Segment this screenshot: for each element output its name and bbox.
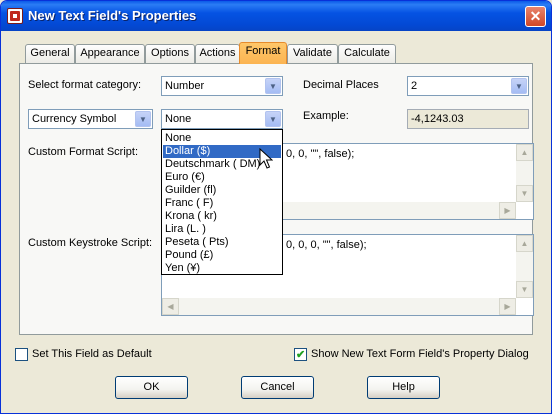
mouse-pointer-icon [259, 148, 273, 169]
example-value: -4,1243.03 [407, 109, 529, 129]
custom-format-label: Custom Format Script: [28, 146, 139, 158]
format-category-label: Select format category: [28, 79, 142, 91]
custom-format-text: 0, 0, "", false); [286, 148, 355, 160]
tab-options[interactable]: Options [145, 44, 195, 63]
scroll-down-icon[interactable]: ▼ [516, 185, 533, 202]
scroll-left-icon[interactable]: ◀ [162, 298, 179, 315]
chevron-down-icon[interactable]: ▼ [265, 78, 281, 94]
dropdown-option-lira[interactable]: Lira (L. ) [163, 223, 281, 236]
scroll-up-icon[interactable]: ▲ [516, 144, 533, 161]
app-document-icon [7, 8, 23, 24]
dropdown-option-guilder[interactable]: Guilder (fl) [163, 184, 281, 197]
properties-dialog: New Text Field's Properties ✕ General Ap… [0, 0, 552, 414]
tab-appearance[interactable]: Appearance [75, 44, 145, 63]
decimal-places-select[interactable]: 2 ▼ [407, 76, 529, 96]
set-default-checkbox[interactable] [15, 348, 28, 361]
decimal-places-label: Decimal Places [303, 79, 379, 91]
scroll-up-icon[interactable]: ▲ [516, 235, 533, 252]
scroll-down-icon[interactable]: ▼ [516, 281, 533, 298]
decimal-places-value: 2 [411, 80, 418, 92]
vertical-scrollbar[interactable]: ▲ ▼ [516, 235, 533, 298]
chevron-down-icon[interactable]: ▼ [511, 78, 527, 94]
title-bar[interactable]: New Text Field's Properties ✕ [1, 1, 551, 31]
show-dialog-label: Show New Text Form Field's Property Dial… [311, 348, 529, 360]
currency-value: None [165, 113, 192, 125]
help-button[interactable]: Help [367, 376, 440, 399]
scroll-right-icon[interactable]: ▶ [499, 298, 516, 315]
tab-validate[interactable]: Validate [287, 44, 338, 63]
currency-symbol-select-value: Currency Symbol [32, 113, 117, 125]
chevron-down-icon[interactable]: ▼ [265, 111, 281, 127]
format-category-value: Number [165, 80, 205, 92]
tab-actions[interactable]: Actions [195, 44, 240, 63]
close-button[interactable]: ✕ [525, 6, 546, 27]
ok-button[interactable]: OK [115, 376, 188, 399]
window-title: New Text Field's Properties [28, 8, 197, 23]
dropdown-option-pound[interactable]: Pound (£) [163, 249, 281, 262]
tab-calculate[interactable]: Calculate [338, 44, 396, 63]
dropdown-option-krona[interactable]: Krona ( kr) [163, 210, 281, 223]
format-category-select[interactable]: Number ▼ [161, 76, 283, 96]
tab-format[interactable]: Format [239, 42, 287, 64]
dropdown-option-peseta[interactable]: Peseta ( Pts) [163, 236, 281, 249]
currency-select[interactable]: None ▼ [161, 109, 283, 129]
dropdown-option-franc[interactable]: Franc ( F) [163, 197, 281, 210]
custom-keystroke-text: 0, 0, 0, "", false); [286, 239, 367, 251]
dropdown-option-none[interactable]: None [163, 132, 281, 145]
check-icon: ✔ [296, 349, 306, 361]
custom-keystroke-label: Custom Keystroke Script: [28, 237, 153, 249]
vertical-scrollbar[interactable]: ▲ ▼ [516, 144, 533, 202]
dropdown-option-euro[interactable]: Euro (€) [163, 171, 281, 184]
set-default-label: Set This Field as Default [32, 348, 152, 360]
currency-symbol-select[interactable]: Currency Symbol ▼ [28, 109, 153, 129]
cancel-button[interactable]: Cancel [241, 376, 314, 399]
chevron-down-icon[interactable]: ▼ [135, 111, 151, 127]
dropdown-option-yen[interactable]: Yen (¥) [163, 262, 281, 275]
example-label: Example: [303, 110, 349, 122]
tab-general[interactable]: General [25, 44, 75, 63]
show-dialog-checkbox[interactable]: ✔ [294, 348, 307, 361]
horizontal-scrollbar[interactable]: ◀ ▶ [162, 298, 516, 315]
scroll-right-icon[interactable]: ▶ [499, 202, 516, 219]
